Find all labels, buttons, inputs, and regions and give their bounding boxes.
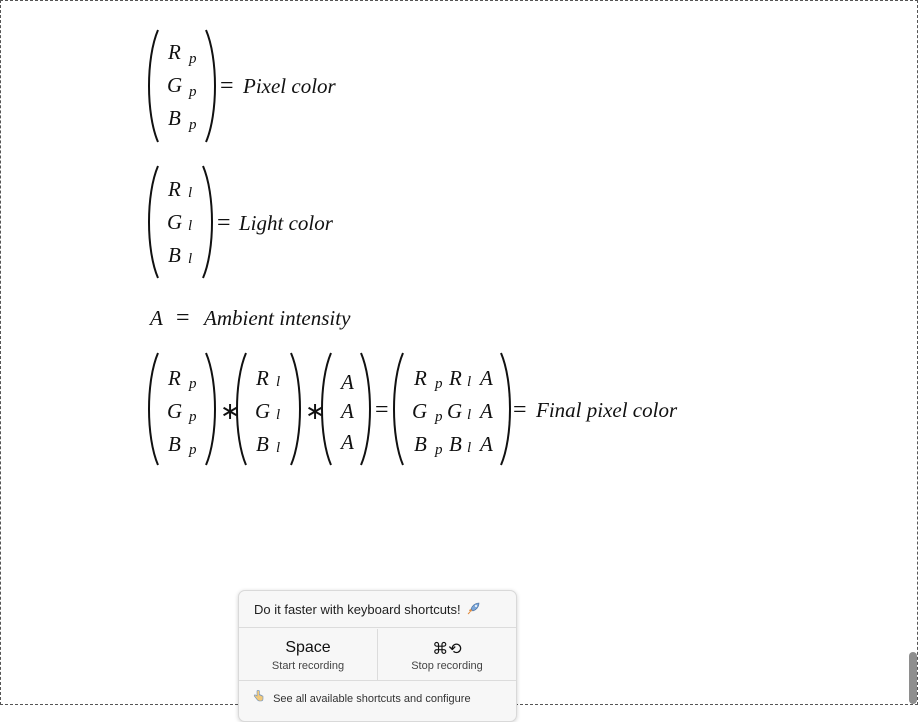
start-recording-shortcut[interactable]: Space Start recording: [239, 629, 378, 681]
pixel-g-sub: p: [189, 84, 197, 100]
pixel-r: R: [168, 40, 181, 64]
pixel-r-sub: p: [189, 51, 197, 67]
scrollbar-thumb[interactable]: [909, 652, 917, 704]
result-g-sub1: p: [435, 409, 443, 425]
ambient-intensity-label: Ambient intensity: [204, 306, 351, 330]
left-paren: [236, 352, 247, 466]
light-g-sub: l: [188, 218, 193, 234]
pointing-hand-icon: [253, 690, 267, 705]
left-paren: [393, 352, 404, 466]
equals-sign: =: [176, 305, 190, 331]
see-all-shortcuts-link[interactable]: See all available shortcuts and configur…: [253, 690, 471, 705]
result-b-b: B: [449, 432, 462, 456]
result-g-a: G: [412, 399, 428, 423]
final-m2-r: R: [256, 366, 269, 390]
final-m3-a3: A: [341, 430, 354, 454]
left-paren: [148, 352, 159, 466]
final-m1-b-sub: p: [189, 442, 197, 458]
start-key: Space: [285, 639, 331, 656]
result-r-a: R: [414, 366, 427, 390]
right-paren: [290, 352, 301, 466]
final-m1-r: R: [168, 366, 181, 390]
result-b-c: A: [480, 432, 493, 456]
left-paren: [148, 165, 159, 279]
final-m2-b: B: [256, 432, 269, 456]
final-m2-r-sub: l: [276, 374, 281, 390]
result-g-b: G: [447, 399, 463, 423]
shortcuts-popup: Do it faster with keyboard shortcuts! Sp…: [238, 590, 517, 722]
result-b-sub2: l: [467, 440, 472, 456]
vertical-scrollbar[interactable]: [905, 0, 917, 705]
result-g-c: A: [480, 399, 493, 423]
equals-sign: =: [220, 73, 234, 99]
popup-title: Do it faster with keyboard shortcuts!: [239, 591, 516, 628]
light-r: R: [168, 177, 181, 201]
light-r-sub: l: [188, 185, 193, 201]
right-paren: [202, 165, 213, 279]
final-m1-g: G: [167, 399, 183, 423]
rocket-icon: [467, 601, 481, 618]
equals-sign: =: [375, 397, 389, 423]
result-r-sub2: l: [467, 374, 472, 390]
final-m2-b-sub: l: [276, 440, 281, 456]
popup-title-text: Do it faster with keyboard shortcuts!: [254, 601, 461, 617]
light-b-sub: l: [188, 251, 193, 267]
left-paren: [321, 352, 332, 466]
right-paren: [205, 29, 216, 143]
result-r-b: R: [449, 366, 462, 390]
final-m1-b: B: [168, 432, 181, 456]
pixel-g: G: [167, 73, 183, 97]
pixel-b: B: [168, 106, 181, 130]
see-all-shortcuts-text: See all available shortcuts and configur…: [273, 693, 471, 705]
result-g-sub2: l: [467, 407, 472, 423]
final-m1-g-sub: p: [189, 409, 197, 425]
equals-sign: =: [513, 397, 527, 423]
start-label: Start recording: [271, 660, 345, 672]
final-pixel-color-label: Final pixel color: [536, 398, 678, 422]
right-paren: [500, 352, 511, 466]
result-r-c: A: [480, 366, 493, 390]
pixel-color-label: Pixel color: [243, 74, 336, 98]
right-paren: [205, 352, 216, 466]
stop-recording-shortcut[interactable]: ⌘⟲ Stop recording: [378, 629, 516, 681]
stop-label: Stop recording: [411, 660, 483, 672]
ambient-var: A: [150, 306, 163, 330]
light-b: B: [168, 243, 181, 267]
right-paren: [360, 352, 371, 466]
final-m3-a2: A: [341, 399, 354, 423]
equals-sign: =: [217, 210, 231, 236]
final-m2-g-sub: l: [276, 407, 281, 423]
light-color-label: Light color: [239, 211, 333, 235]
result-r-sub1: p: [435, 376, 443, 392]
pixel-b-sub: p: [189, 117, 197, 133]
final-m2-g: G: [255, 399, 271, 423]
final-m1-r-sub: p: [189, 376, 197, 392]
light-g: G: [167, 210, 183, 234]
result-b-sub1: p: [435, 442, 443, 458]
left-paren: [148, 29, 159, 143]
final-m3-a1: A: [341, 370, 354, 394]
result-b-a: B: [414, 432, 427, 456]
stop-key: ⌘⟲: [432, 641, 462, 658]
